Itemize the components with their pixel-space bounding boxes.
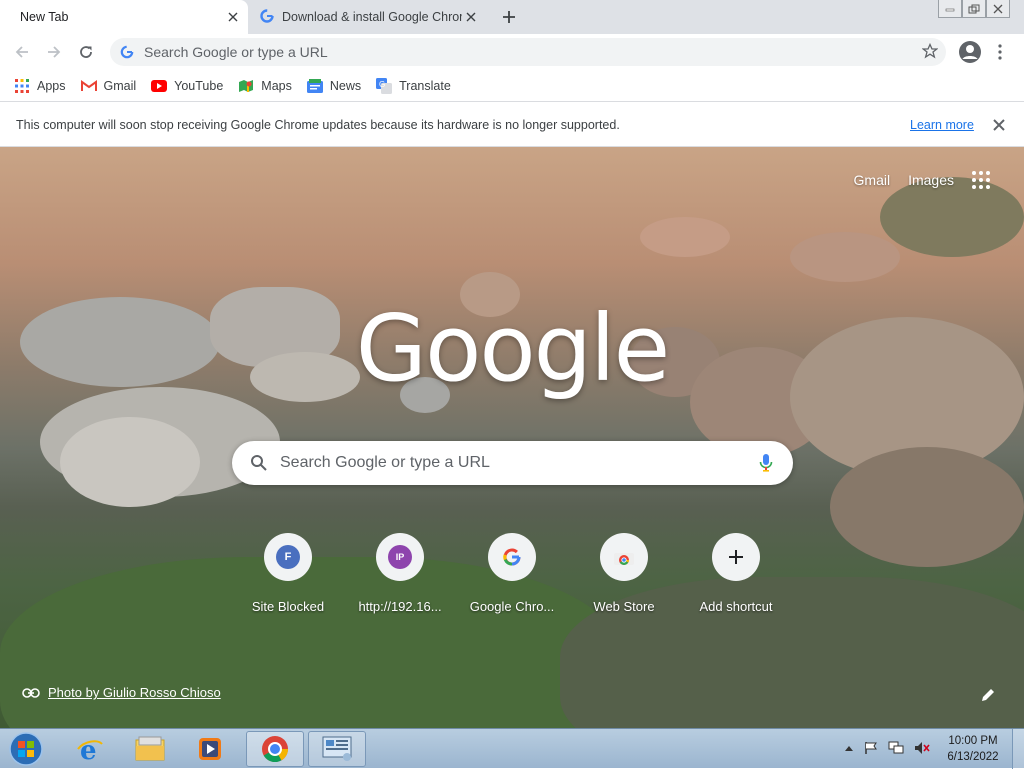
google-apps-icon[interactable] — [972, 171, 990, 189]
images-link[interactable]: Images — [908, 172, 954, 188]
bookmark-label: Gmail — [103, 78, 137, 93]
link-icon — [22, 687, 40, 698]
address-bar[interactable]: Search Google or type a URL — [110, 38, 946, 66]
shortcut-tile — [712, 533, 760, 581]
gmail-link[interactable]: Gmail — [854, 172, 891, 188]
shortcut-tile: F — [264, 533, 312, 581]
bookmark-label: YouTube — [174, 78, 224, 93]
windows-taskbar: e 10:00 PM 6/13/2022 — [0, 728, 1024, 769]
news-icon — [306, 78, 323, 94]
action-center-flag-icon[interactable] — [864, 741, 878, 755]
bookmark-label: News — [329, 78, 362, 93]
show-desktop-button[interactable] — [1012, 729, 1024, 769]
svg-text:e: e — [80, 736, 97, 763]
restore-button[interactable] — [962, 0, 986, 18]
photo-credit-link[interactable]: Photo by Giulio Rosso Chioso — [48, 685, 221, 700]
chrome-taskbar-icon[interactable] — [246, 731, 304, 767]
ntp-search-input[interactable]: Search Google or type a URL — [280, 454, 490, 472]
start-button[interactable] — [6, 731, 46, 767]
window-controls — [938, 0, 1010, 18]
bookmark-star-icon[interactable] — [921, 42, 939, 62]
minimize-button[interactable] — [938, 0, 962, 18]
bookmark-label: Translate — [399, 78, 451, 93]
bookmark-gmail[interactable]: Gmail — [80, 78, 137, 94]
bookmark-youtube[interactable]: YouTube — [151, 78, 223, 94]
microphone-icon[interactable] — [759, 453, 773, 476]
svg-text:G: G — [379, 80, 385, 89]
shortcut-label: Site Blocked — [251, 599, 325, 614]
close-tab-icon[interactable] — [224, 8, 242, 26]
close-infobar-icon[interactable] — [990, 116, 1008, 137]
apps-grid-icon — [14, 78, 30, 94]
media-player-icon[interactable] — [190, 731, 230, 767]
ntp-top-links: Gmail Images — [836, 171, 990, 189]
profile-avatar-icon[interactable] — [958, 40, 982, 67]
shortcut-tile — [600, 533, 648, 581]
learn-more-link[interactable]: Learn more — [910, 118, 974, 132]
shortcut-label: Web Store — [593, 599, 655, 614]
plus-icon — [728, 549, 744, 565]
internet-explorer-icon[interactable]: e — [70, 731, 110, 767]
bookmark-maps[interactable]: Maps — [238, 78, 292, 94]
bookmark-apps[interactable]: Apps — [14, 78, 66, 94]
bookmark-label: Apps — [37, 78, 66, 93]
tab-new-tab[interactable]: New Tab — [0, 0, 248, 34]
shortcut-site-blocked[interactable]: F Site Blocked — [232, 533, 344, 614]
clock-time: 10:00 PM — [948, 735, 998, 747]
google-favicon-icon — [260, 8, 274, 26]
chrome-menu-icon[interactable] — [996, 40, 1004, 67]
infobar-message: This computer will soon stop receiving G… — [16, 117, 620, 132]
shortcut-tile — [488, 533, 536, 581]
bookmarks-bar: Apps Gmail YouTube Maps News G Translate — [0, 70, 1024, 102]
youtube-icon — [151, 78, 168, 94]
tab-download-chrome[interactable]: Download & install Google Chrome — [250, 0, 486, 34]
bookmark-label: Maps — [261, 78, 292, 93]
volume-muted-icon[interactable] — [914, 741, 930, 755]
close-tab-icon[interactable] — [462, 8, 480, 26]
tab-strip: New Tab Download & install Google Chrome — [0, 0, 1024, 34]
ntp-search-box[interactable]: Search Google or type a URL — [232, 441, 793, 485]
shortcut-tile: IP — [376, 533, 424, 581]
gmail-icon — [80, 78, 97, 94]
search-icon — [250, 454, 268, 472]
add-shortcut-button[interactable]: Add shortcut — [680, 533, 792, 614]
close-window-button[interactable] — [986, 0, 1010, 18]
clock-date: 6/13/2022 — [947, 751, 999, 763]
translate-icon: G — [376, 77, 393, 94]
control-panel-taskbar-icon[interactable] — [308, 731, 366, 767]
shortcut-google-chrome[interactable]: Google Chro... — [456, 533, 568, 614]
shortcut-label: http://192.16... — [358, 599, 442, 614]
tab-title: New Tab — [20, 10, 69, 24]
site-initial-icon: IP — [388, 545, 412, 569]
new-tab-button[interactable] — [498, 6, 520, 28]
shortcut-label: Add shortcut — [699, 599, 773, 614]
system-tray — [844, 741, 940, 755]
taskbar-clock[interactable]: 10:00 PM 6/13/2022 — [938, 733, 1008, 765]
file-explorer-icon[interactable] — [130, 731, 170, 767]
toolbar: Search Google or type a URL — [0, 34, 1024, 70]
back-button[interactable] — [10, 40, 34, 64]
photo-credit[interactable]: Photo by Giulio Rosso Chioso — [22, 685, 221, 700]
bookmark-translate[interactable]: G Translate — [376, 77, 451, 94]
address-input[interactable]: Search Google or type a URL — [144, 44, 328, 60]
site-initial-icon: F — [276, 545, 300, 569]
new-tab-page: Gmail Images Google Search Google or typ… — [0, 147, 1024, 728]
shortcuts: F Site Blocked IP http://192.16... Googl… — [232, 533, 792, 614]
shortcut-web-store[interactable]: Web Store — [568, 533, 680, 614]
tab-title: Download & install Google Chrome — [282, 10, 462, 24]
shortcut-label: Google Chro... — [469, 599, 555, 614]
shortcut-ip-address[interactable]: IP http://192.16... — [344, 533, 456, 614]
network-icon[interactable] — [888, 741, 904, 755]
bookmark-news[interactable]: News — [306, 78, 362, 94]
show-hidden-icons-icon[interactable] — [844, 744, 854, 752]
google-g-icon — [120, 45, 134, 59]
customize-pencil-icon[interactable] — [980, 687, 996, 706]
google-g-icon — [502, 547, 522, 567]
chrome-web-store-icon — [613, 548, 635, 566]
google-logo: Google — [355, 295, 670, 402]
maps-icon — [238, 78, 254, 94]
update-infobar: This computer will soon stop receiving G… — [0, 103, 1024, 147]
reload-button[interactable] — [74, 40, 98, 64]
forward-button[interactable] — [42, 40, 66, 64]
